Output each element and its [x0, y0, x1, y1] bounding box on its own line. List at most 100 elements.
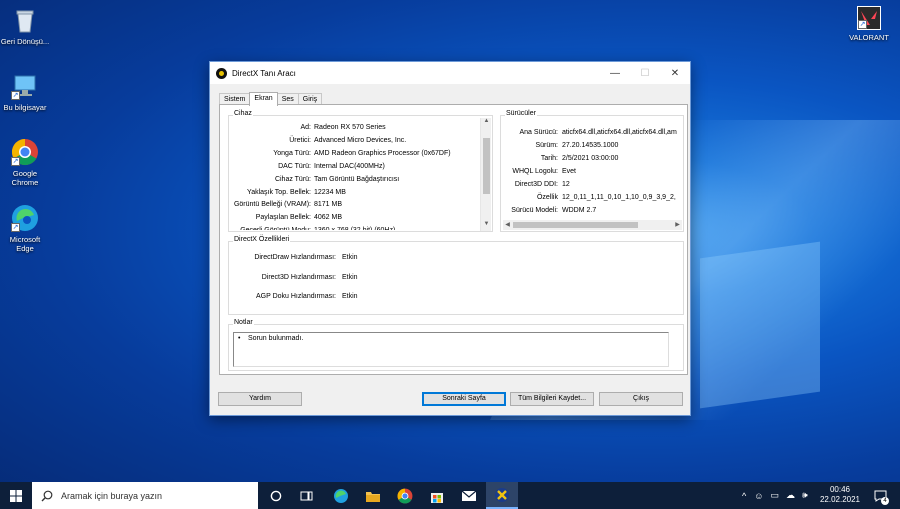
taskbar-search-box[interactable]: Aramak için buraya yazın	[32, 482, 258, 509]
tab-display[interactable]: Ekran	[249, 92, 278, 106]
info-row: Geçerli Görüntü Modu:1360 x 768 (32 bit)…	[229, 227, 479, 230]
scroll-right-arrow-icon[interactable]: ▶	[673, 221, 682, 228]
info-row: DirectDraw Hızlandırması: Etkin	[229, 254, 683, 264]
info-row-value: 12234 MB	[314, 188, 346, 196]
info-row-label: DAC Türü:	[278, 162, 311, 170]
info-row: Görüntü Belleği (VRAM): 8171 MB	[229, 201, 479, 211]
taskbar-file-explorer[interactable]	[358, 482, 388, 509]
desktop-icon-valorant[interactable]: ↗ VALORANT	[843, 6, 895, 42]
driver-rows: Ana Sürücü: aticfx64.dll,aticfx64.dll,ati…	[501, 116, 683, 220]
info-row-label: WHQL Logolu:	[512, 168, 558, 175]
info-row-label: Ana Sürücü:	[519, 129, 558, 136]
info-row-label: Direct3D Hızlandırması:	[261, 273, 336, 281]
scroll-left-arrow-icon[interactable]: ◀	[503, 221, 512, 228]
network-icon[interactable]: ▭	[770, 490, 779, 501]
info-row: Ad: Radeon RX 570 Series	[229, 124, 479, 134]
taskbar-chrome[interactable]	[390, 482, 420, 509]
close-icon: ✕	[670, 67, 680, 79]
info-row: Sürücü Modeli: WDDM 2.7	[501, 207, 683, 217]
desktop-icon-label: Geri Dönüşü...	[0, 37, 50, 46]
people-icon[interactable]: ☺	[754, 491, 763, 501]
close-button[interactable]: ✕	[660, 62, 690, 84]
info-row-value: Etkin	[342, 273, 358, 281]
info-row-value: Etkin	[342, 293, 358, 300]
info-row: Direct3D Hızlandırması: Etkin	[229, 274, 683, 284]
search-icon	[41, 490, 53, 501]
info-row-label: Paylaşılan Bellek:	[255, 214, 311, 222]
desktop-icon-recycle-bin[interactable]: Geri Dönüşü...	[0, 6, 50, 46]
maximize-button[interactable]: ☐	[630, 62, 660, 84]
next-page-button[interactable]: Sonraki Sayfa	[422, 392, 506, 406]
system-tray: ^ ☺ ▭ ☁ 🕪	[742, 482, 818, 509]
clock[interactable]: 00:46 22.02.2021	[818, 485, 862, 505]
info-row-label: Görüntü Belleği (VRAM):	[233, 201, 311, 209]
task-view-button[interactable]	[293, 482, 321, 509]
info-row-label: Ad:	[300, 124, 311, 131]
info-row-value: aticfx64.dll,aticfx64.dll,aticfx64.dll,a…	[562, 129, 677, 136]
notes-box[interactable]: • Sorun bulunmadı.	[233, 332, 669, 367]
info-row: DAC Türü: Internal DAC(400MHz)	[229, 163, 479, 173]
info-row-value: Radeon RX 570 Series	[314, 124, 386, 131]
desktop-icon-label: VALORANT	[849, 33, 889, 42]
info-row: Cihaz Türü: Tam Görüntü Bağdaştırıcısı	[229, 176, 479, 186]
shortcut-arrow-icon: ↗	[11, 223, 20, 232]
mail-icon	[461, 490, 477, 501]
info-row-label: Üretici:	[289, 136, 311, 144]
device-rows: Ad: Radeon RX 570 Series Üretici: Advanced …	[229, 116, 479, 230]
scroll-down-arrow-icon[interactable]: ▼	[482, 221, 491, 227]
save-all-info-button[interactable]: Tüm Bilgileri Kaydet...	[510, 392, 594, 406]
notification-center-button[interactable]: 4	[868, 482, 892, 509]
edge-icon: ↗	[11, 204, 39, 232]
minimize-button[interactable]: —	[600, 62, 630, 84]
info-row: Direct3D DDI: 12	[501, 181, 683, 191]
windows-logo-icon	[10, 489, 22, 502]
info-row: Paylaşılan Bellek: 4062 MB	[229, 214, 479, 224]
desktop-icon-label: Bu bilgisayar	[3, 103, 47, 112]
volume-icon[interactable]: 🕪	[802, 490, 808, 501]
info-row: Üretici: Advanced Micro Devices, Inc.	[229, 137, 479, 147]
info-row-value: Tam Görüntü Bağdaştırıcısı	[314, 175, 400, 183]
info-row-value: AMD Radeon Graphics Processor (0x67DF)	[314, 149, 451, 157]
info-row-value: Advanced Micro Devices, Inc.	[314, 136, 407, 144]
info-row-value: 4062 MB	[314, 214, 343, 222]
info-row-value: 1360 x 768 (32 bit) (60Hz)	[314, 227, 395, 230]
device-scrollbar[interactable]: ▲ ▼	[480, 118, 491, 231]
info-row-value: 12_0,11_1,11_0,10_1,10_0,9_3,9_2,	[562, 194, 676, 201]
desktop-icon-edge[interactable]: ↗ Microsoft Edge	[0, 204, 50, 253]
desktop-icon-label: Google Chrome	[11, 169, 39, 187]
desktop-icon-this-pc[interactable]: ↗ Bu bilgisayar	[0, 72, 50, 112]
help-button[interactable]: Yardım	[218, 392, 302, 406]
cortana-button[interactable]	[262, 482, 290, 509]
chrome-icon: ↗	[11, 138, 39, 166]
taskbar-directx-diag[interactable]	[486, 482, 518, 509]
features-group-title: DirectX Özellikleri	[233, 236, 291, 243]
taskbar-mail[interactable]	[454, 482, 484, 509]
folder-icon	[366, 491, 380, 502]
info-row-label: Yonga Türü:	[273, 149, 311, 157]
scroll-up-arrow-icon[interactable]: ▲	[482, 118, 491, 124]
scroll-thumb[interactable]	[513, 222, 638, 228]
exit-button[interactable]: Çıkış	[599, 392, 683, 406]
show-hidden-icons-icon[interactable]: ^	[742, 491, 746, 501]
directx-window: DirectX Tanı Aracı — ☐ ✕ Sistem Ekran Se…	[209, 61, 691, 416]
info-row-value: Internal DAC(400MHz)	[314, 162, 385, 170]
taskbar-edge[interactable]	[326, 482, 356, 509]
desktop-icon-chrome[interactable]: ↗ Google Chrome	[0, 138, 50, 187]
title-bar[interactable]: DirectX Tanı Aracı — ☐ ✕	[210, 62, 690, 84]
info-row: Ana Sürücü: aticfx64.dll,aticfx64.dll,ati…	[501, 129, 683, 139]
onedrive-icon[interactable]: ☁	[786, 490, 795, 501]
info-row: AGP Doku Hızlandırması: Etkin	[229, 293, 683, 303]
computer-icon: ↗	[11, 72, 39, 100]
scroll-thumb[interactable]	[483, 138, 490, 194]
recycle-bin-icon	[11, 6, 39, 34]
taskbar-store[interactable]	[422, 482, 452, 509]
start-button[interactable]	[0, 482, 32, 509]
task-view-icon	[300, 491, 313, 500]
shortcut-arrow-icon: ↗	[11, 157, 20, 166]
chrome-icon	[397, 488, 413, 503]
info-row-value: Evet	[562, 168, 577, 175]
info-row-label: Geçerli Görüntü Modu:	[240, 227, 311, 230]
info-row-label: Cihaz Türü:	[274, 175, 311, 183]
info-row-value: Etkin	[342, 254, 358, 261]
drivers-horizontal-scrollbar[interactable]: ◀ ▶	[503, 220, 682, 230]
